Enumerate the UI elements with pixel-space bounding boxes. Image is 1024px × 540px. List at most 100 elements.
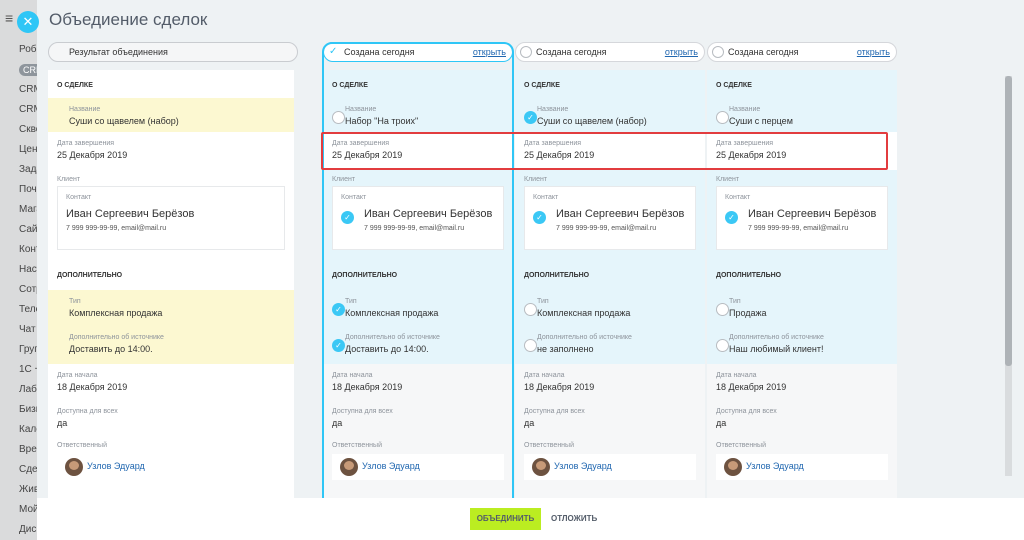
- sidebar-item[interactable]: 1С +: [0, 360, 38, 380]
- sidebar-item[interactable]: Мага: [0, 200, 38, 220]
- column-responsible-field: Ответственный Узлов Эдуард: [323, 434, 513, 498]
- page-title: Объедиение сделок: [49, 10, 208, 29]
- responsible-label: Ответственный: [332, 442, 382, 449]
- responsible-user[interactable]: Узлов Эдуард: [332, 454, 504, 480]
- type-value: Комплексная продажа: [69, 308, 163, 318]
- sidebar-item[interactable]: Конт: [0, 240, 38, 260]
- name-value: Суши со щавелем (набор): [69, 116, 179, 126]
- sidebar-item[interactable]: CRM: [0, 60, 38, 80]
- sidebar-item[interactable]: Сайт: [0, 220, 38, 240]
- name-value: Суши с перцем: [729, 116, 793, 126]
- sidebar-item[interactable]: Наст: [0, 260, 38, 280]
- available: Доступна для всех да: [48, 400, 294, 428]
- start-date-label: Дата начала: [716, 372, 757, 379]
- name-field[interactable]: Название Суши с перцем: [707, 98, 897, 132]
- start-date-value: 18 Декабря 2019: [716, 382, 787, 392]
- contact-name: Иван Сергеевич Берёзов: [748, 208, 877, 220]
- name: Название Суши со щавелем (набор): [515, 98, 705, 126]
- section-extra: ДОПОЛНИТЕЛЬНО: [515, 260, 705, 290]
- name-label: Название: [69, 106, 101, 113]
- merge-button[interactable]: ОБЪЕДИНИТЬ: [470, 508, 541, 530]
- radio-empty-icon[interactable]: [520, 46, 532, 58]
- responsible-name[interactable]: Узлов Эдуард: [746, 461, 804, 471]
- name-field[interactable]: ✓ Название Суши со щавелем (набор): [515, 98, 705, 132]
- type-field[interactable]: Тип Комплексная продажа: [515, 290, 705, 326]
- section-extra: ДОПОЛНИТЕЛЬНО: [48, 260, 294, 290]
- type-field[interactable]: Тип Продажа: [707, 290, 897, 326]
- start-date-field: Дата начала 18 Декабря 2019: [48, 364, 294, 400]
- postpone-button[interactable]: ОТЛОЖИТЬ: [551, 508, 597, 530]
- source-info: Дополнительно об источнике не заполнено: [515, 326, 705, 354]
- result-responsible-field: Ответственный Узлов Эдуард: [48, 434, 294, 498]
- check-circle-icon[interactable]: ✓: [725, 211, 738, 224]
- sidebar-item[interactable]: Чат: [0, 320, 38, 340]
- start-date: Дата начала 18 Декабря 2019: [707, 364, 897, 392]
- close-icon[interactable]: ✕: [17, 11, 39, 33]
- sidebar-item[interactable]: Робо: [0, 40, 38, 60]
- sidebar-item[interactable]: Цен: [0, 140, 38, 160]
- source-info: Дополнительно об источнике Доставить до 1…: [323, 326, 513, 354]
- sidebar-item[interactable]: Бизн: [0, 400, 38, 420]
- check-circle-icon[interactable]: ✓: [341, 211, 354, 224]
- sidebar-item[interactable]: Сдел: [0, 460, 38, 480]
- close-date: Дата завершения 25 Декабря 2019: [48, 132, 294, 160]
- sidebar-item[interactable]: Зада: [0, 160, 38, 180]
- hamburger-menu-icon[interactable]: ≡: [5, 10, 13, 26]
- responsible-name[interactable]: Узлов Эдуард: [554, 461, 612, 471]
- sidebar-item[interactable]: CRM: [0, 80, 38, 100]
- sidebar-item[interactable]: CRM: [0, 100, 38, 120]
- sidebar-item[interactable]: Груп: [0, 340, 38, 360]
- sidebar-item[interactable]: Мой: [0, 500, 38, 520]
- column-header-wrap: Создана сегодня открыть: [707, 42, 897, 62]
- start-date-value: 18 Декабря 2019: [332, 382, 403, 392]
- contact-label: Контакт: [725, 194, 751, 201]
- sidebar-item[interactable]: Скво: [0, 120, 38, 140]
- scrollbar-thumb[interactable]: [1005, 76, 1012, 366]
- sidebar-item[interactable]: Врем: [0, 440, 38, 460]
- open-link[interactable]: открыть: [665, 43, 698, 61]
- source-info-label: Дополнительно об источнике: [537, 334, 632, 341]
- responsible-user[interactable]: Узлов Эдуард: [57, 454, 285, 480]
- start-date: Дата начала 18 Декабря 2019: [48, 364, 294, 392]
- type-label: Тип: [729, 298, 741, 305]
- source-info-field[interactable]: Дополнительно об источнике Наш любимый кл…: [707, 326, 897, 364]
- column-header[interactable]: Создана сегодня открыть: [707, 42, 897, 62]
- start-date-value: 18 Декабря 2019: [524, 382, 595, 392]
- available-field: Доступна для всех да: [323, 400, 513, 434]
- sidebar-item[interactable]: Сотр: [0, 280, 38, 300]
- source-info-field[interactable]: ✓ Дополнительно об источнике Доставить до …: [323, 326, 513, 364]
- contact-card[interactable]: Контакт ✓ Иван Сергеевич Берёзов 7 999 999-…: [332, 186, 504, 250]
- name-field[interactable]: Название Набор "На троих": [323, 98, 513, 132]
- source-info-value: Доставить до 14:00.: [345, 344, 429, 354]
- responsible-user[interactable]: Узлов Эдуард: [716, 454, 888, 480]
- type: Тип Комплексная продажа: [48, 290, 294, 318]
- column-header[interactable]: ✓ Создана сегодня открыть: [323, 42, 513, 62]
- source-info-value: Наш любимый клиент!: [729, 344, 824, 354]
- sidebar-item[interactable]: Дисн: [0, 520, 38, 540]
- contact-card[interactable]: Контакт ✓ Иван Сергеевич Берёзов 7 999 999-…: [524, 186, 696, 250]
- available-label: Доступна для всех: [524, 408, 585, 415]
- column-header-label: Создана сегодня: [536, 47, 607, 57]
- sidebar-item[interactable]: Поч: [0, 180, 38, 200]
- radio-empty-icon[interactable]: [712, 46, 724, 58]
- sidebar-item[interactable]: Теле: [0, 300, 38, 320]
- contact-card[interactable]: Контакт ✓ Иван Сергеевич Берёзов 7 999 999-…: [716, 186, 888, 250]
- sidebar-item[interactable]: Кале: [0, 420, 38, 440]
- contact-label: Контакт: [341, 194, 367, 201]
- check-circle-icon[interactable]: ✓: [533, 211, 546, 224]
- source-info-field[interactable]: Дополнительно об источнике не заполнено: [515, 326, 705, 364]
- source-info-value: Доставить до 14:00.: [69, 344, 153, 354]
- open-link[interactable]: открыть: [857, 43, 890, 61]
- responsible-user[interactable]: Узлов Эдуард: [524, 454, 696, 480]
- sidebar-item[interactable]: Живо: [0, 480, 38, 500]
- name: Название Набор "На троих": [323, 98, 513, 126]
- responsible-name[interactable]: Узлов Эдуард: [87, 461, 145, 471]
- available: Доступна для всех да: [515, 400, 705, 428]
- sidebar-item[interactable]: Лаба: [0, 380, 38, 400]
- responsible-name[interactable]: Узлов Эдуард: [362, 461, 420, 471]
- open-link[interactable]: открыть: [473, 43, 506, 61]
- type-field[interactable]: ✓ Тип Комплексная продажа: [323, 290, 513, 326]
- responsible-label: Ответственный: [524, 442, 574, 449]
- result-header-label: Результат объединения: [69, 47, 168, 57]
- column-header[interactable]: Создана сегодня открыть: [515, 42, 705, 62]
